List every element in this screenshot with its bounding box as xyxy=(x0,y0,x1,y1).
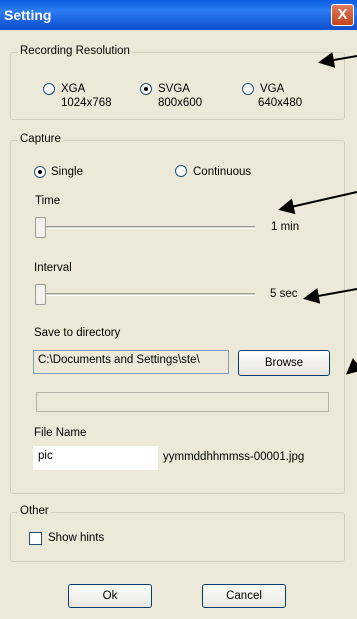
annotation-arrows xyxy=(278,52,357,375)
arrow-icon-1 xyxy=(318,52,357,68)
arrow-icon-3 xyxy=(303,288,357,304)
arrow-icon-2 xyxy=(278,191,357,215)
arrow-icon-4 xyxy=(345,358,357,375)
